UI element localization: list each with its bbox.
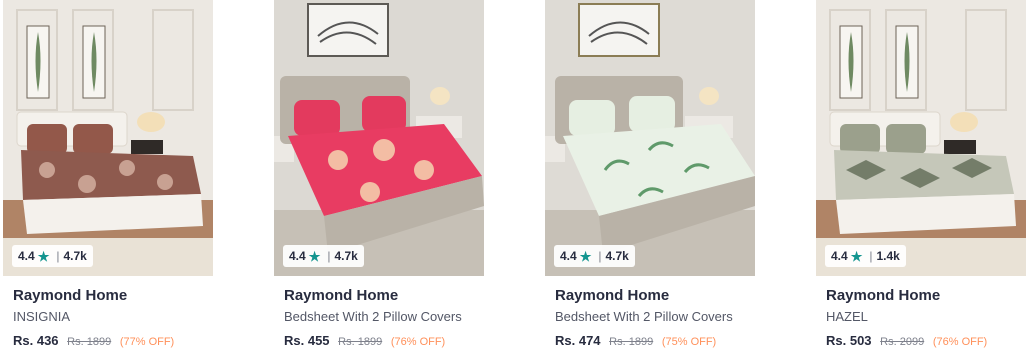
product-brand[interactable]: Raymond Home <box>555 287 669 304</box>
price-current: Rs. 436 <box>13 333 59 348</box>
sheet-motif <box>119 160 135 176</box>
pillow <box>27 124 67 154</box>
product-price: Rs. 503 Rs. 2099 (76% OFF) <box>826 333 987 348</box>
price-mrp: Rs. 1899 <box>609 336 654 348</box>
rating-count: 1.4k <box>876 249 900 263</box>
rating-separator: | <box>327 249 331 263</box>
rating-value: 4.4 <box>560 249 577 263</box>
discount-label: (76% OFF) <box>932 336 988 348</box>
product-price: Rs. 436 Rs. 1899 (77% OFF) <box>13 333 174 348</box>
pillow <box>569 100 615 136</box>
nightstand <box>131 140 163 154</box>
product-brand[interactable]: Raymond Home <box>284 287 398 304</box>
price-current: Rs. 455 <box>284 333 330 348</box>
pillow <box>294 100 340 136</box>
product-brand[interactable]: Raymond Home <box>13 287 127 304</box>
star-icon: ★ <box>37 248 50 264</box>
rating-badge: 4.4 ★ | 4.7k <box>283 245 364 267</box>
nightstand <box>944 140 976 154</box>
product-title[interactable]: Bedsheet With 2 Pillow Covers <box>555 309 753 324</box>
pillow <box>840 124 880 154</box>
discount-label: (76% OFF) <box>390 336 446 348</box>
price-current: Rs. 503 <box>826 333 872 348</box>
rating-separator: | <box>56 249 60 263</box>
sheet-motif <box>78 175 96 193</box>
price-mrp: Rs. 1899 <box>67 336 112 348</box>
product-card[interactable]: 4.4 ★ | 1.4k Raymond Home HAZEL Rs. 503 … <box>816 0 1026 353</box>
product-title[interactable]: Bedsheet With 2 Pillow Covers <box>284 309 482 324</box>
pillow <box>73 124 113 154</box>
lamp-glow <box>950 112 978 132</box>
product-title[interactable]: INSIGNIA <box>13 309 211 324</box>
product-image[interactable]: 4.4 ★ | 1.4k <box>816 0 1026 276</box>
pillow <box>362 96 406 132</box>
sheet-motif <box>328 150 348 170</box>
discount-label: (75% OFF) <box>661 336 717 348</box>
product-image[interactable]: 4.4 ★ | 4.7k <box>3 0 213 276</box>
price-mrp: Rs. 2099 <box>880 336 925 348</box>
price-current: Rs. 474 <box>555 333 601 348</box>
wall-art <box>578 3 660 57</box>
rating-badge: 4.4 ★ | 1.4k <box>825 245 906 267</box>
rating-count: 4.7k <box>605 249 629 263</box>
star-icon: ★ <box>308 248 321 264</box>
sheet-motif <box>414 160 434 180</box>
product-price: Rs. 474 Rs. 1899 (75% OFF) <box>555 333 716 348</box>
rating-count: 4.7k <box>63 249 87 263</box>
product-brand[interactable]: Raymond Home <box>826 287 940 304</box>
sheet-motif <box>373 139 395 161</box>
product-image[interactable]: 4.4 ★ | 4.7k <box>545 0 755 276</box>
product-card[interactable]: 4.4 ★ | 4.7k Raymond Home Bedsheet With … <box>274 0 484 353</box>
sheet-motif <box>39 162 55 178</box>
lamp-glow <box>430 87 450 105</box>
rating-separator: | <box>869 249 873 263</box>
pillow <box>629 96 675 132</box>
product-image[interactable]: 4.4 ★ | 4.7k <box>274 0 484 276</box>
lamp-glow <box>137 112 165 132</box>
product-card[interactable]: 4.4 ★ | 4.7k Raymond Home Bedsheet With … <box>545 0 755 353</box>
pillow <box>886 124 926 154</box>
product-card[interactable]: 4.4 ★ | 4.7k Raymond Home INSIGNIA Rs. 4… <box>3 0 213 353</box>
star-icon: ★ <box>579 248 592 264</box>
product-title[interactable]: HAZEL <box>826 309 1024 324</box>
discount-label: (77% OFF) <box>119 336 175 348</box>
rating-badge: 4.4 ★ | 4.7k <box>554 245 635 267</box>
rating-value: 4.4 <box>289 249 306 263</box>
product-price: Rs. 455 Rs. 1899 (76% OFF) <box>284 333 445 348</box>
rating-separator: | <box>598 249 602 263</box>
star-icon: ★ <box>850 248 863 264</box>
rating-count: 4.7k <box>334 249 358 263</box>
sheet-motif <box>360 182 380 202</box>
sheet-motif <box>157 174 173 190</box>
rating-value: 4.4 <box>831 249 848 263</box>
lamp-glow <box>699 87 719 105</box>
rating-badge: 4.4 ★ | 4.7k <box>12 245 93 267</box>
wall-art <box>307 3 389 57</box>
price-mrp: Rs. 1899 <box>338 336 383 348</box>
rating-value: 4.4 <box>18 249 35 263</box>
